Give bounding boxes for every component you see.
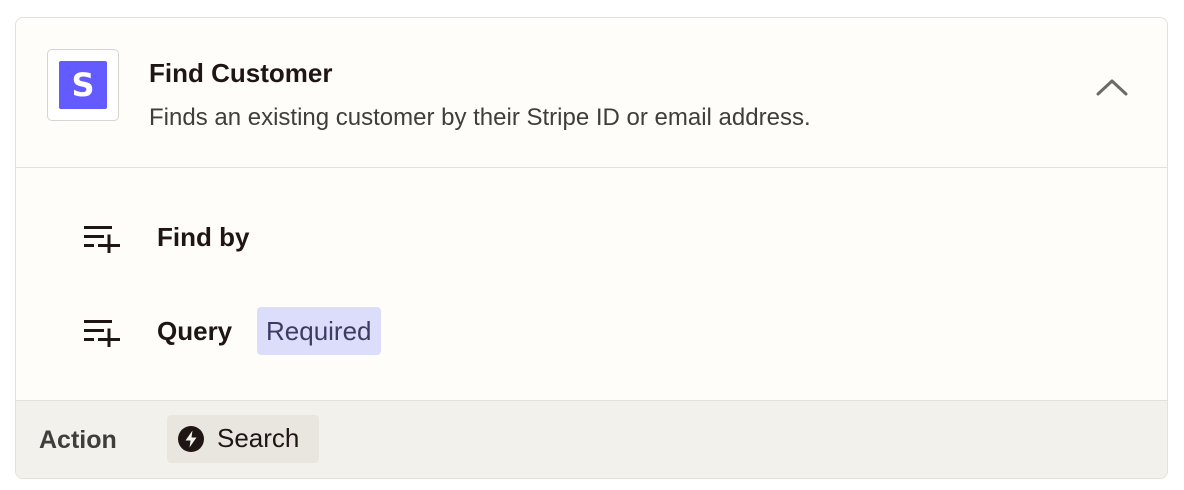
app-logo: S: [47, 49, 119, 121]
add-field-icon: [84, 226, 120, 253]
action-type-chip: Search: [167, 415, 319, 463]
field-label: Query: [157, 316, 233, 346]
step-description: Finds an existing customer by their Stri…: [149, 104, 811, 131]
add-field-icon: [84, 320, 120, 347]
step-card: S Find Customer Finds an existing custom…: [15, 17, 1168, 479]
footer-label: Action: [39, 426, 117, 454]
fields-section: Find by Query Required: [16, 168, 1167, 400]
collapse-button[interactable]: [1086, 68, 1138, 108]
field-label: Find by: [157, 222, 250, 252]
required-badge: Required: [257, 307, 381, 355]
step-header[interactable]: S Find Customer Finds an existing custom…: [16, 18, 1167, 168]
chip-label: Search: [217, 423, 300, 453]
chevron-up-icon: [1096, 79, 1128, 96]
step-footer: Action Search: [16, 400, 1167, 478]
stripe-icon: S: [59, 61, 107, 109]
step-title: Find Customer: [149, 58, 333, 88]
bolt-icon: [178, 426, 204, 452]
